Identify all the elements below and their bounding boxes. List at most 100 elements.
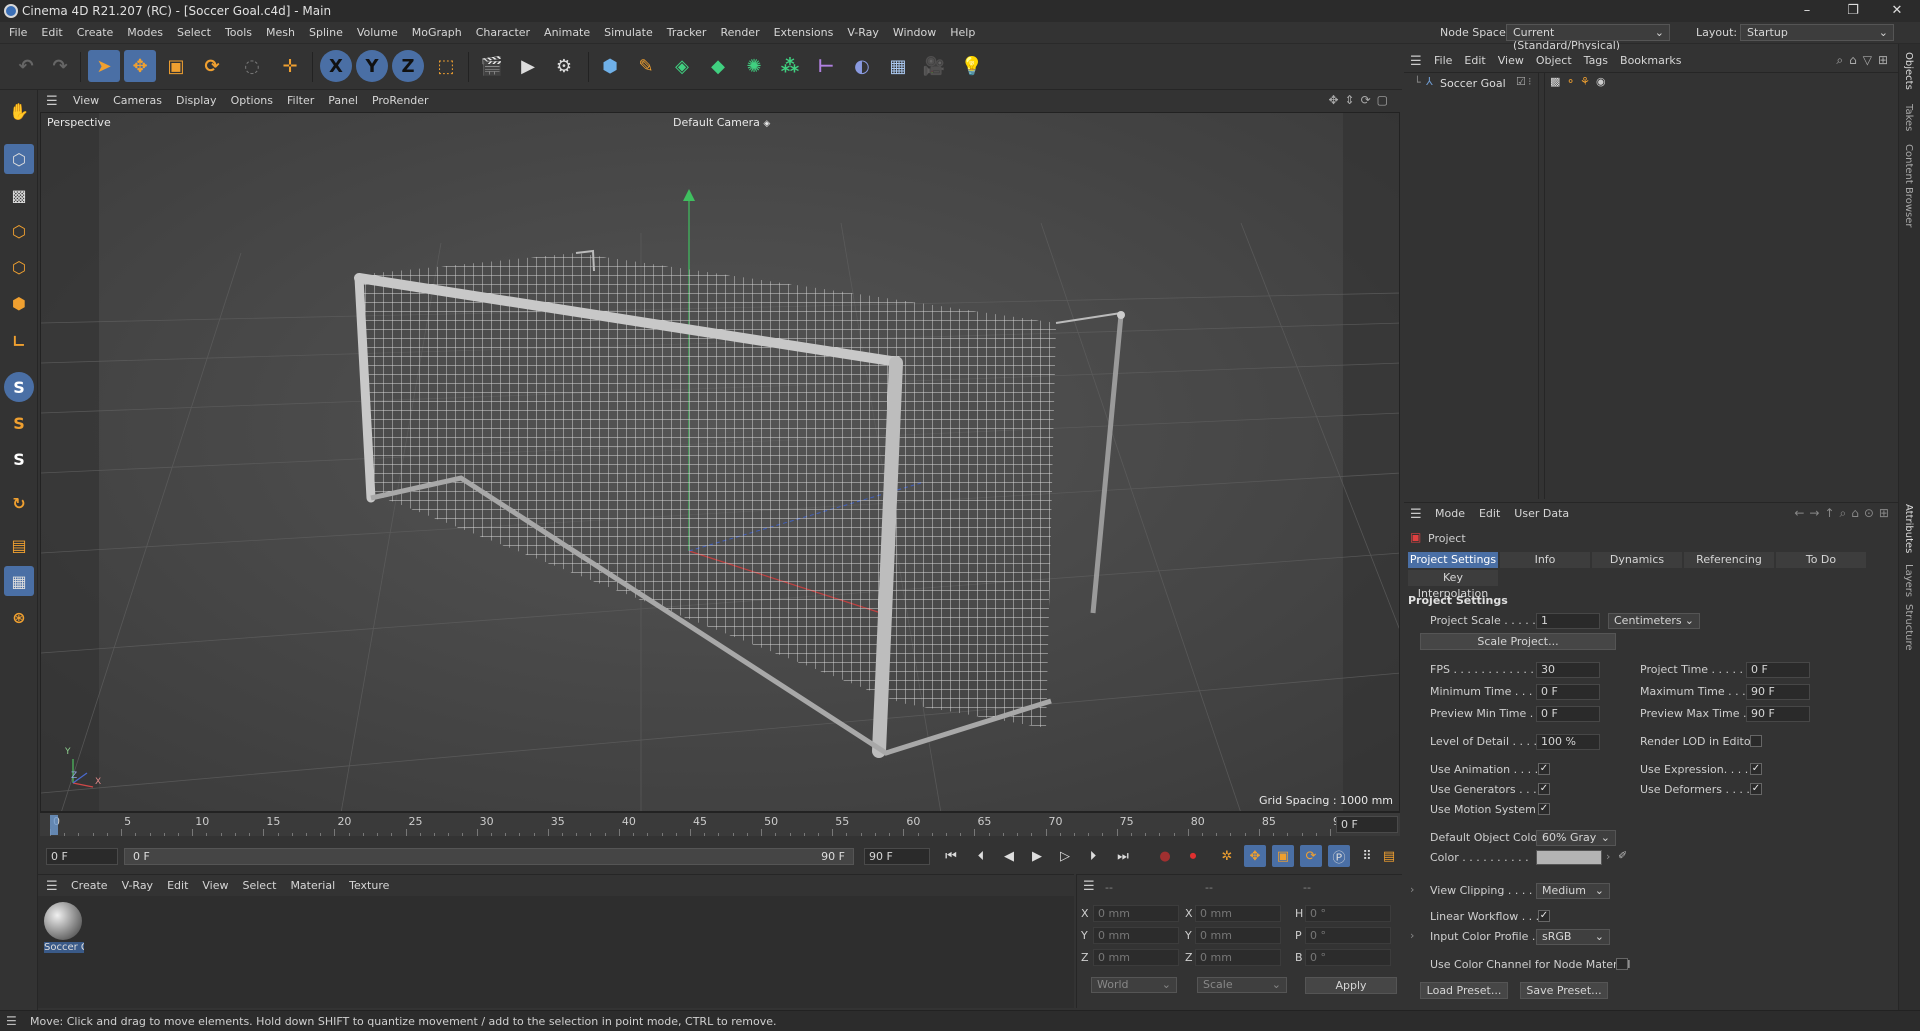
record-keys-icon[interactable]: ● [1154, 845, 1176, 867]
menu-window[interactable]: Window [886, 22, 943, 44]
timeline-window-icon[interactable]: ▤ [1378, 845, 1400, 867]
3d-viewport[interactable]: Perspective Default Camera ◈ Grid Spacin… [40, 112, 1400, 812]
menu-spline[interactable]: Spline [302, 22, 350, 44]
material-menu-edit[interactable]: Edit [160, 875, 195, 897]
position-field[interactable]: 0 mm [1093, 927, 1179, 944]
preview-max-field[interactable]: 90 F [1746, 706, 1810, 722]
max-time-field[interactable]: 90 F [1746, 684, 1810, 700]
rotation-field[interactable]: 0 ° [1305, 949, 1391, 966]
apply-button[interactable]: Apply [1305, 977, 1397, 994]
lod-field[interactable]: 100 % [1536, 734, 1600, 750]
coord-mode-select[interactable]: World ⌄ [1091, 977, 1177, 993]
expand-arrow-icon[interactable]: › [1606, 850, 1610, 863]
snap-settings-icon[interactable]: S [4, 408, 34, 438]
camera-switch-icon[interactable]: ◈ [763, 119, 770, 129]
position-field[interactable]: 0 mm [1093, 949, 1179, 966]
object-menu-tags[interactable]: Tags [1578, 50, 1614, 72]
scale-project-button[interactable]: Scale Project... [1420, 633, 1616, 650]
menu-v-ray[interactable]: V-Ray [840, 22, 886, 44]
use-deformers-checkbox[interactable]: ✓ [1750, 783, 1762, 795]
minimize-button[interactable]: – [1784, 0, 1830, 22]
min-time-field[interactable]: 0 F [1536, 684, 1600, 700]
key-scale-icon[interactable]: ▣ [1272, 845, 1294, 867]
viewport-nav-icons[interactable]: ✥⇕⟳▢ [1328, 93, 1394, 107]
project-time-field[interactable]: 0 F [1746, 662, 1810, 678]
mograph-icon[interactable]: ⁂ [774, 50, 806, 82]
locked-workplane-icon[interactable]: ▦ [4, 566, 34, 596]
phong-tag-icon[interactable]: ⚬ [1566, 75, 1575, 88]
maximize-button[interactable]: ❐ [1830, 0, 1876, 22]
keyframe-selection-icon[interactable]: ✲ [1216, 845, 1238, 867]
key-parameter-icon[interactable]: Ⓟ [1328, 845, 1350, 867]
tab-key-interpolation[interactable]: Key Interpolation [1408, 570, 1498, 600]
pen-spline-icon[interactable]: ✎ [630, 50, 662, 82]
render-picture-viewer-icon[interactable]: ▶ [512, 50, 544, 82]
scale-tool-icon[interactable]: ▣ [160, 50, 192, 82]
use-color-node-checkbox[interactable] [1616, 958, 1628, 970]
material-menu-view[interactable]: View [195, 875, 235, 897]
y-axis-lock-button[interactable]: Y [356, 50, 388, 82]
texture-mode-icon[interactable]: ▩ [4, 180, 34, 210]
fps-field[interactable]: 30 [1536, 662, 1600, 678]
menu-select[interactable]: Select [170, 22, 218, 44]
load-preset-button[interactable]: Load Preset... [1420, 982, 1508, 999]
node-space-select[interactable]: Current (Standard/Physical) ⌄ [1506, 24, 1670, 52]
tab-dynamics[interactable]: Dynamics [1592, 552, 1682, 568]
texture-tag-icon[interactable]: ▩ [1550, 75, 1560, 88]
coord-type-select[interactable]: Scale ⌄ [1197, 977, 1287, 993]
go-to-end-icon[interactable]: ⏭ [1112, 845, 1134, 867]
viewport-menu-panel[interactable]: Panel [321, 90, 365, 112]
render-view-icon[interactable]: 🎬 [476, 50, 508, 82]
render-lod-checkbox[interactable] [1750, 735, 1762, 747]
key-position-icon[interactable]: ✥ [1244, 845, 1266, 867]
x-axis-lock-button[interactable]: X [320, 50, 352, 82]
live-select-icon[interactable]: ◌ [236, 50, 268, 82]
menu-character[interactable]: Character [469, 22, 537, 44]
menu-tools[interactable]: Tools [218, 22, 259, 44]
edges-mode-icon[interactable]: ⬡ [4, 252, 34, 282]
undo-icon[interactable]: ↶ [10, 50, 42, 82]
project-scale-field[interactable]: 1 [1536, 613, 1600, 629]
view-clipping-select[interactable]: Medium ⌄ [1536, 883, 1610, 899]
attributes-menu-user-data[interactable]: User Data [1507, 503, 1576, 525]
tab-info[interactable]: Info [1500, 552, 1590, 568]
viewport-menu-display[interactable]: Display [169, 90, 224, 112]
cloner-icon[interactable]: ✺ [738, 50, 770, 82]
current-frame-field[interactable]: 0 F [1336, 816, 1398, 833]
menu-help[interactable]: Help [943, 22, 982, 44]
select-tool-icon[interactable]: ➤ [88, 50, 120, 82]
light-icon[interactable]: 💡 [956, 50, 988, 82]
material-menu-texture[interactable]: Texture [342, 875, 396, 897]
rotate-tool-icon[interactable]: ⟳ [196, 50, 228, 82]
material-menu-material[interactable]: Material [283, 875, 342, 897]
size-field[interactable]: 0 mm [1195, 949, 1281, 966]
floor-environment-icon[interactable]: ▦ [882, 50, 914, 82]
camera-label[interactable]: Default Camera ◈ [673, 116, 770, 129]
z-axis-lock-button[interactable]: Z [392, 50, 424, 82]
previous-key-icon[interactable]: ⏴ [970, 845, 992, 867]
camera-icon[interactable]: 🎥 [918, 50, 950, 82]
polygons-mode-icon[interactable]: ⬢ [4, 288, 34, 318]
layout-select[interactable]: Startup ⌄ [1740, 24, 1894, 41]
render-settings-icon[interactable]: ⚙ [548, 50, 580, 82]
object-manager-tools-icons[interactable]: ⌕⌂▽⊞ [1836, 53, 1894, 68]
go-to-start-icon[interactable]: ⏮ [940, 845, 962, 867]
menu-tracker[interactable]: Tracker [660, 22, 714, 44]
autokeying-icon[interactable]: ⏺ [1182, 845, 1204, 867]
render-visibility-icon[interactable]: ⁝ [1528, 75, 1532, 88]
object-row[interactable]: └ ⅄ Soccer Goal ☑ ⁝ ▩ ⚬ ⚘ ◉ [1408, 75, 1898, 93]
key-point-level-icon[interactable]: ⠿ [1356, 845, 1378, 867]
field-icon[interactable]: ◐ [846, 50, 878, 82]
timeline-ruler[interactable]: 051015202530354045505560657075808590 0 F [40, 812, 1400, 837]
points-mode-icon[interactable]: ⬡ [4, 216, 34, 246]
save-preset-button[interactable]: Save Preset... [1520, 982, 1608, 999]
menu-extensions[interactable]: Extensions [767, 22, 841, 44]
menu-animate[interactable]: Animate [537, 22, 597, 44]
side-tab-takes[interactable]: Takes [1903, 104, 1914, 131]
rotation-field[interactable]: 0 ° [1305, 927, 1391, 944]
material-menu-create[interactable]: Create [64, 875, 115, 897]
rotation-field[interactable]: 0 ° [1305, 905, 1391, 922]
default-object-color-select[interactable]: 60% Gray ⌄ [1536, 830, 1616, 846]
linear-workflow-checkbox[interactable]: ✓ [1538, 910, 1550, 922]
playhead-marker[interactable] [50, 815, 58, 835]
